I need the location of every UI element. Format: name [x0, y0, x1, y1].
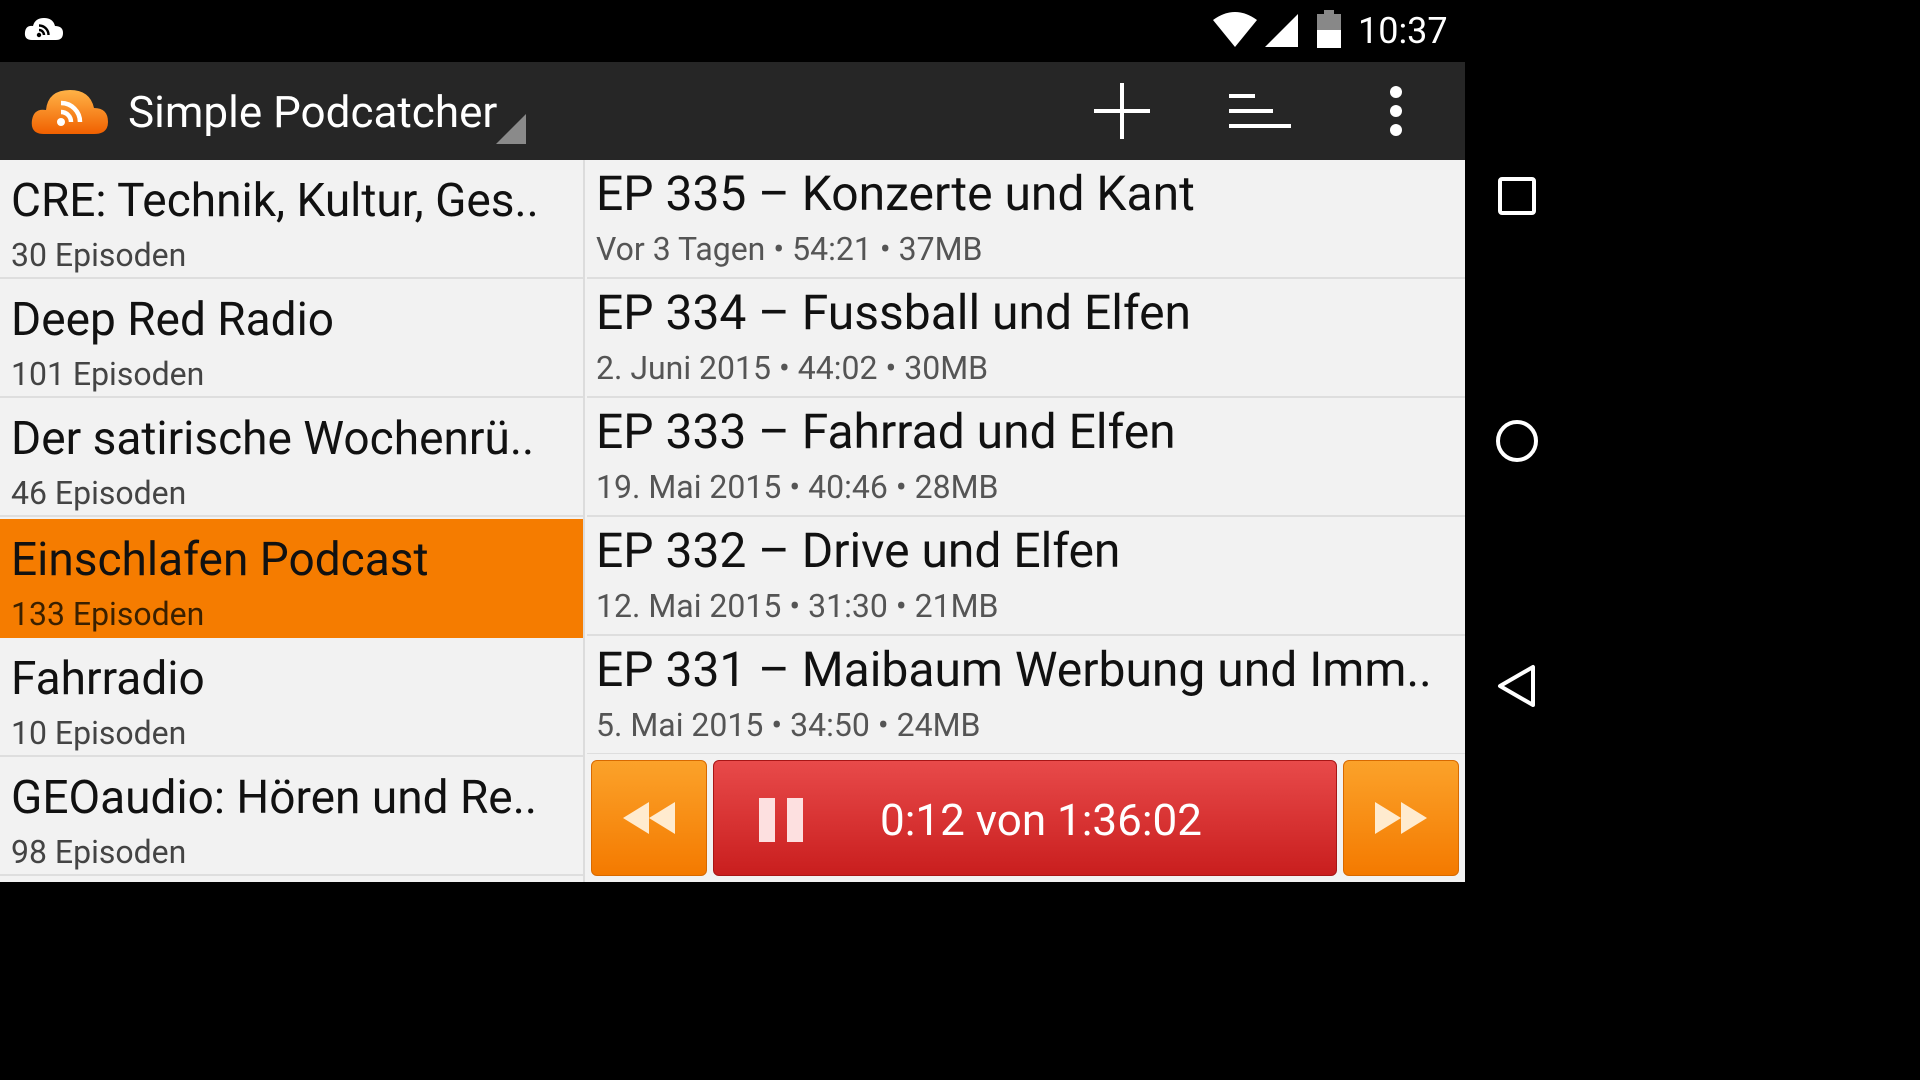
episode-duration: 34:50 [790, 706, 870, 744]
podcast-title: Fahrradio [11, 652, 205, 706]
episode-meta: 5. Mai 2015 • 34:50 • 24MB [596, 706, 981, 744]
podcast-item-selected[interactable]: Einschlafen Podcast 133 Episoden [0, 519, 583, 638]
signal-icon [1265, 14, 1298, 47]
overflow-menu-icon [1390, 86, 1402, 136]
episode-date: 5. Mai 2015 [596, 706, 764, 744]
podcast-item[interactable]: Deep Red Radio 101 Episoden [0, 279, 583, 398]
podcast-episode-count: 133 Episoden [11, 595, 205, 633]
podcast-episode-count: 30 Episoden [11, 236, 187, 274]
system-nav-bar [1465, 0, 1568, 882]
wifi-icon [1213, 12, 1257, 47]
episode-date: 19. Mai 2015 [596, 468, 782, 506]
episode-size: 28MB [914, 468, 999, 506]
home-icon [1495, 420, 1538, 462]
episode-title: EP 334 – Fussball und Elfen [596, 284, 1192, 341]
podcast-title: Einschlafen Podcast [11, 533, 429, 587]
podcast-episode-count: 101 Episoden [11, 355, 205, 393]
episode-duration: 44:02 [797, 349, 878, 387]
episode-size: 37MB [898, 230, 983, 268]
recents-icon [1497, 177, 1536, 215]
spinner-caret-icon[interactable] [496, 114, 526, 144]
recents-button[interactable] [1465, 151, 1568, 241]
episode-meta: Vor 3 Tagen • 54:21 • 37MB [596, 230, 983, 268]
battery-icon [1317, 10, 1341, 48]
episode-title: EP 332 – Drive und Elfen [596, 522, 1121, 579]
play-pause-button[interactable]: 0:12 von 1:36:02 [713, 760, 1337, 876]
episode-title: EP 335 – Konzerte und Kant [596, 165, 1195, 222]
rewind-button[interactable] [591, 760, 707, 876]
podcast-item[interactable]: Der satirische Wochenrü.. 46 Episoden [0, 398, 583, 517]
home-button[interactable] [1465, 396, 1568, 486]
episode-date: 12. Mai 2015 [596, 587, 782, 625]
action-bar: Simple Podcatcher [0, 62, 1465, 160]
podcast-list: CRE: Technik, Kultur, Ges.. 30 Episoden … [0, 160, 585, 882]
app-title[interactable]: Simple Podcatcher [128, 86, 497, 138]
playback-progress: 0:12 von 1:36:02 [879, 794, 1202, 846]
episode-item[interactable]: EP 333 – Fahrrad und Elfen 19. Mai 2015 •… [587, 398, 1465, 517]
podcast-item[interactable]: Fahrradio 10 Episoden [0, 638, 583, 757]
podcast-title: GEOaudio: Hören und Re.. [11, 771, 537, 825]
episode-item[interactable]: EP 331 – Maibaum Werbung und Imm.. 5. Ma… [587, 636, 1465, 754]
fast-forward-icon [1375, 802, 1427, 834]
episode-title: EP 333 – Fahrrad und Elfen [596, 403, 1176, 460]
episode-list: EP 335 – Konzerte und Kant Vor 3 Tagen • 5… [587, 160, 1465, 754]
episode-size: 30MB [904, 349, 989, 387]
episode-date: Vor 3 Tagen [596, 230, 766, 268]
episode-duration: 31:30 [808, 587, 888, 625]
sort-icon [1229, 94, 1291, 128]
episode-item[interactable]: EP 335 – Konzerte und Kant Vor 3 Tagen • 5… [587, 160, 1465, 279]
podcast-episode-count: 98 Episoden [11, 833, 187, 871]
rewind-icon [623, 802, 675, 834]
sort-button[interactable] [1214, 62, 1304, 160]
podcast-notification-icon [24, 18, 63, 40]
episode-meta: 12. Mai 2015 • 31:30 • 21MB [596, 587, 999, 625]
podcast-episode-count: 46 Episoden [11, 474, 187, 512]
episode-date: 2. Juni 2015 [596, 349, 771, 387]
back-icon [1497, 665, 1535, 707]
add-podcast-button[interactable] [1077, 62, 1167, 160]
clock: 10:37 [1358, 10, 1448, 52]
add-icon [1094, 83, 1150, 139]
player-controls: 0:12 von 1:36:02 [587, 754, 1465, 882]
podcast-item[interactable]: CRE: Technik, Kultur, Ges.. 30 Episoden [0, 160, 583, 279]
episode-size: 24MB [896, 706, 981, 744]
podcast-item[interactable]: GEOaudio: Hören und Re.. 98 Episoden [0, 757, 583, 876]
app-window: 10:37 Simple Podcatcher CRE: Technik, Ku… [0, 0, 1465, 882]
podcast-title: Deep Red Radio [11, 293, 335, 347]
fast-forward-button[interactable] [1343, 760, 1459, 876]
podcast-title: Der satirische Wochenrü.. [11, 412, 535, 466]
episode-item[interactable]: EP 334 – Fussball und Elfen 2. Juni 2015… [587, 279, 1465, 398]
status-bar: 10:37 [0, 0, 1465, 62]
podcast-title: CRE: Technik, Kultur, Ges.. [11, 174, 539, 228]
episode-item[interactable]: EP 332 – Drive und Elfen 12. Mai 2015 • 31… [587, 517, 1465, 636]
episode-meta: 2. Juni 2015 • 44:02 • 30MB [596, 349, 989, 387]
podcast-episode-count: 10 Episoden [11, 714, 187, 752]
episode-size: 21MB [914, 587, 999, 625]
episode-meta: 19. Mai 2015 • 40:46 • 28MB [596, 468, 999, 506]
episode-title: EP 331 – Maibaum Werbung und Imm.. [596, 641, 1432, 698]
episode-duration: 40:46 [808, 468, 888, 506]
back-button[interactable] [1465, 641, 1568, 731]
app-logo-icon [31, 90, 108, 134]
episode-duration: 54:21 [792, 230, 872, 268]
overflow-menu-button[interactable] [1351, 62, 1441, 160]
